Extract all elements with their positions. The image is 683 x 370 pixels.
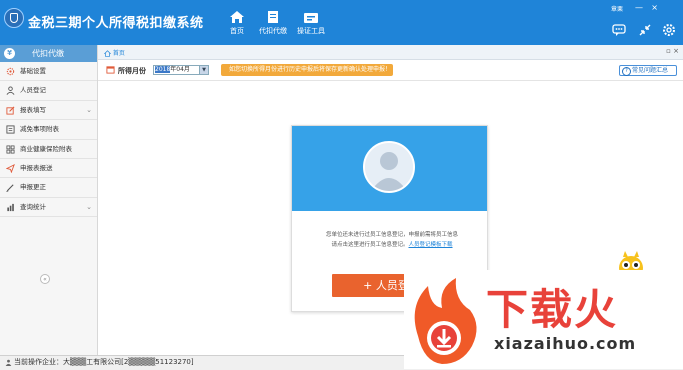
toolbar: 所得月份 2018年04月 ▼ 如您切换所得月份进行历史申报后将保存更新确认处理… (98, 60, 683, 81)
chart-icon (7, 203, 14, 211)
sidebar-item-label: 减免事项附表 (20, 125, 59, 134)
message-icon[interactable] (611, 22, 627, 38)
faq-label: 常见问题汇总 (632, 67, 669, 74)
settings-icon[interactable] (661, 22, 677, 38)
send-icon (6, 163, 15, 173)
template-download-link[interactable]: 人员登记模板下载 (409, 242, 453, 248)
tab-controls[interactable]: ▫ × (666, 47, 679, 55)
gear-icon (6, 67, 15, 76)
sidebar-collapse-button[interactable]: « (40, 274, 50, 284)
watermark: 下载火 xiazaihuo.com (404, 270, 683, 369)
month-label: 所得月份 (118, 67, 146, 75)
sidebar-item-query-stats[interactable]: 查询统计 ⌄ (0, 198, 97, 218)
question-icon: ? (622, 67, 631, 76)
sidebar-header-label: 代扣代缴 (32, 49, 64, 58)
form-icon (6, 125, 15, 134)
sidebar-item-person-register[interactable]: 人员登记 (0, 81, 97, 101)
sidebar-item-label: 申报更正 (20, 183, 46, 192)
chevron-down-icon: ⌄ (86, 105, 92, 114)
minimize-button[interactable]: — (635, 4, 645, 12)
sidebar-header[interactable]: ¥ 代扣代缴 (0, 45, 97, 62)
sidebar-item-label: 商业健康保险附表 (20, 144, 72, 153)
tax-emblem-icon (4, 8, 24, 28)
chevron-down-icon: ⌄ (86, 202, 92, 211)
month-year-selected: 2018 (155, 66, 171, 73)
sidebar: ¥ 代扣代缴 基础设置 人员登记 报表填写 ⌄ 减免事项附表 商业健康保险附表 … (0, 45, 98, 355)
top-bar: 金税三期个人所得税扣缴系统 首页 代扣代缴 操证工具 章栗 — × (0, 0, 683, 45)
home-icon (230, 11, 244, 23)
user-silhouette-icon (365, 143, 413, 191)
nav-tools[interactable]: 操证工具 (288, 10, 334, 42)
sidebar-item-label: 查询统计 (20, 202, 46, 211)
status-text: 当前操作企业：大▒▒▒工有限公司[2▒▒▒▒▒51123270] (14, 358, 194, 366)
flame-logo-icon (414, 278, 477, 364)
sidebar-item-label: 基础设置 (20, 67, 46, 75)
user-icon (5, 359, 12, 366)
card-message-line2: 请点击这里进行员工信息登记。 (331, 242, 409, 248)
watermark-title: 下载火 (486, 285, 619, 334)
person-icon (6, 86, 15, 96)
tab-home-label: 首页 (112, 50, 125, 57)
sidebar-item-label: 报表填写 (20, 105, 46, 114)
tab-home[interactable]: 首页 (103, 48, 125, 57)
month-rest: 年04月 (170, 66, 190, 73)
app-title: 金税三期个人所得税扣缴系统 (28, 16, 204, 31)
close-button[interactable]: × (651, 4, 661, 12)
faq-button[interactable]: ? 常见问题汇总 (619, 65, 677, 76)
pen-icon (6, 184, 14, 193)
user-label[interactable]: 章栗 (611, 4, 623, 13)
notice-banner: 如您切换所得月份进行历史申报后将保存更新确认处理申报！ (221, 64, 393, 76)
document-icon (268, 11, 278, 23)
toolbox-icon (304, 13, 318, 23)
home-icon (103, 50, 112, 57)
card-header (292, 126, 487, 211)
sidebar-item-exemption-schedule[interactable]: 减免事项附表 (0, 120, 97, 140)
nav-home-label: 首页 (230, 27, 244, 35)
edit-icon (6, 106, 15, 115)
tool-icons (589, 22, 679, 42)
card-message: 您单位还未进行过员工信息登记，申报前需将员工信息 请点击这里进行员工信息登记。人… (312, 230, 472, 250)
compress-icon[interactable] (637, 22, 653, 38)
month-dropdown-button[interactable]: ▼ (199, 65, 209, 75)
sidebar-item-basic-settings[interactable]: 基础设置 (0, 62, 97, 82)
sidebar-item-label: 人员登记 (20, 86, 46, 95)
nav-withholding-label: 代扣代缴 (259, 27, 287, 35)
watermark-url: xiazaihuo.com (494, 334, 637, 353)
sidebar-item-report-submit[interactable]: 申报表报送 (0, 159, 97, 179)
sidebar-item-report-fill[interactable]: 报表填写 ⌄ (0, 101, 97, 121)
sidebar-item-label: 申报表报送 (20, 163, 53, 172)
grid-icon (6, 145, 15, 154)
avatar (363, 141, 415, 193)
nav-tools-label: 操证工具 (297, 27, 325, 35)
calendar-icon (106, 66, 115, 74)
yen-icon: ¥ (4, 48, 15, 59)
card-message-line1: 您单位还未进行过员工信息登记，申报前需将员工信息 (325, 232, 458, 238)
sidebar-item-report-correct[interactable]: 申报更正 (0, 178, 97, 198)
sidebar-item-health-insurance[interactable]: 商业健康保险附表 (0, 140, 97, 159)
window-controls: — × (631, 4, 681, 14)
tab-bar: 首页 ▫ × (98, 45, 683, 60)
